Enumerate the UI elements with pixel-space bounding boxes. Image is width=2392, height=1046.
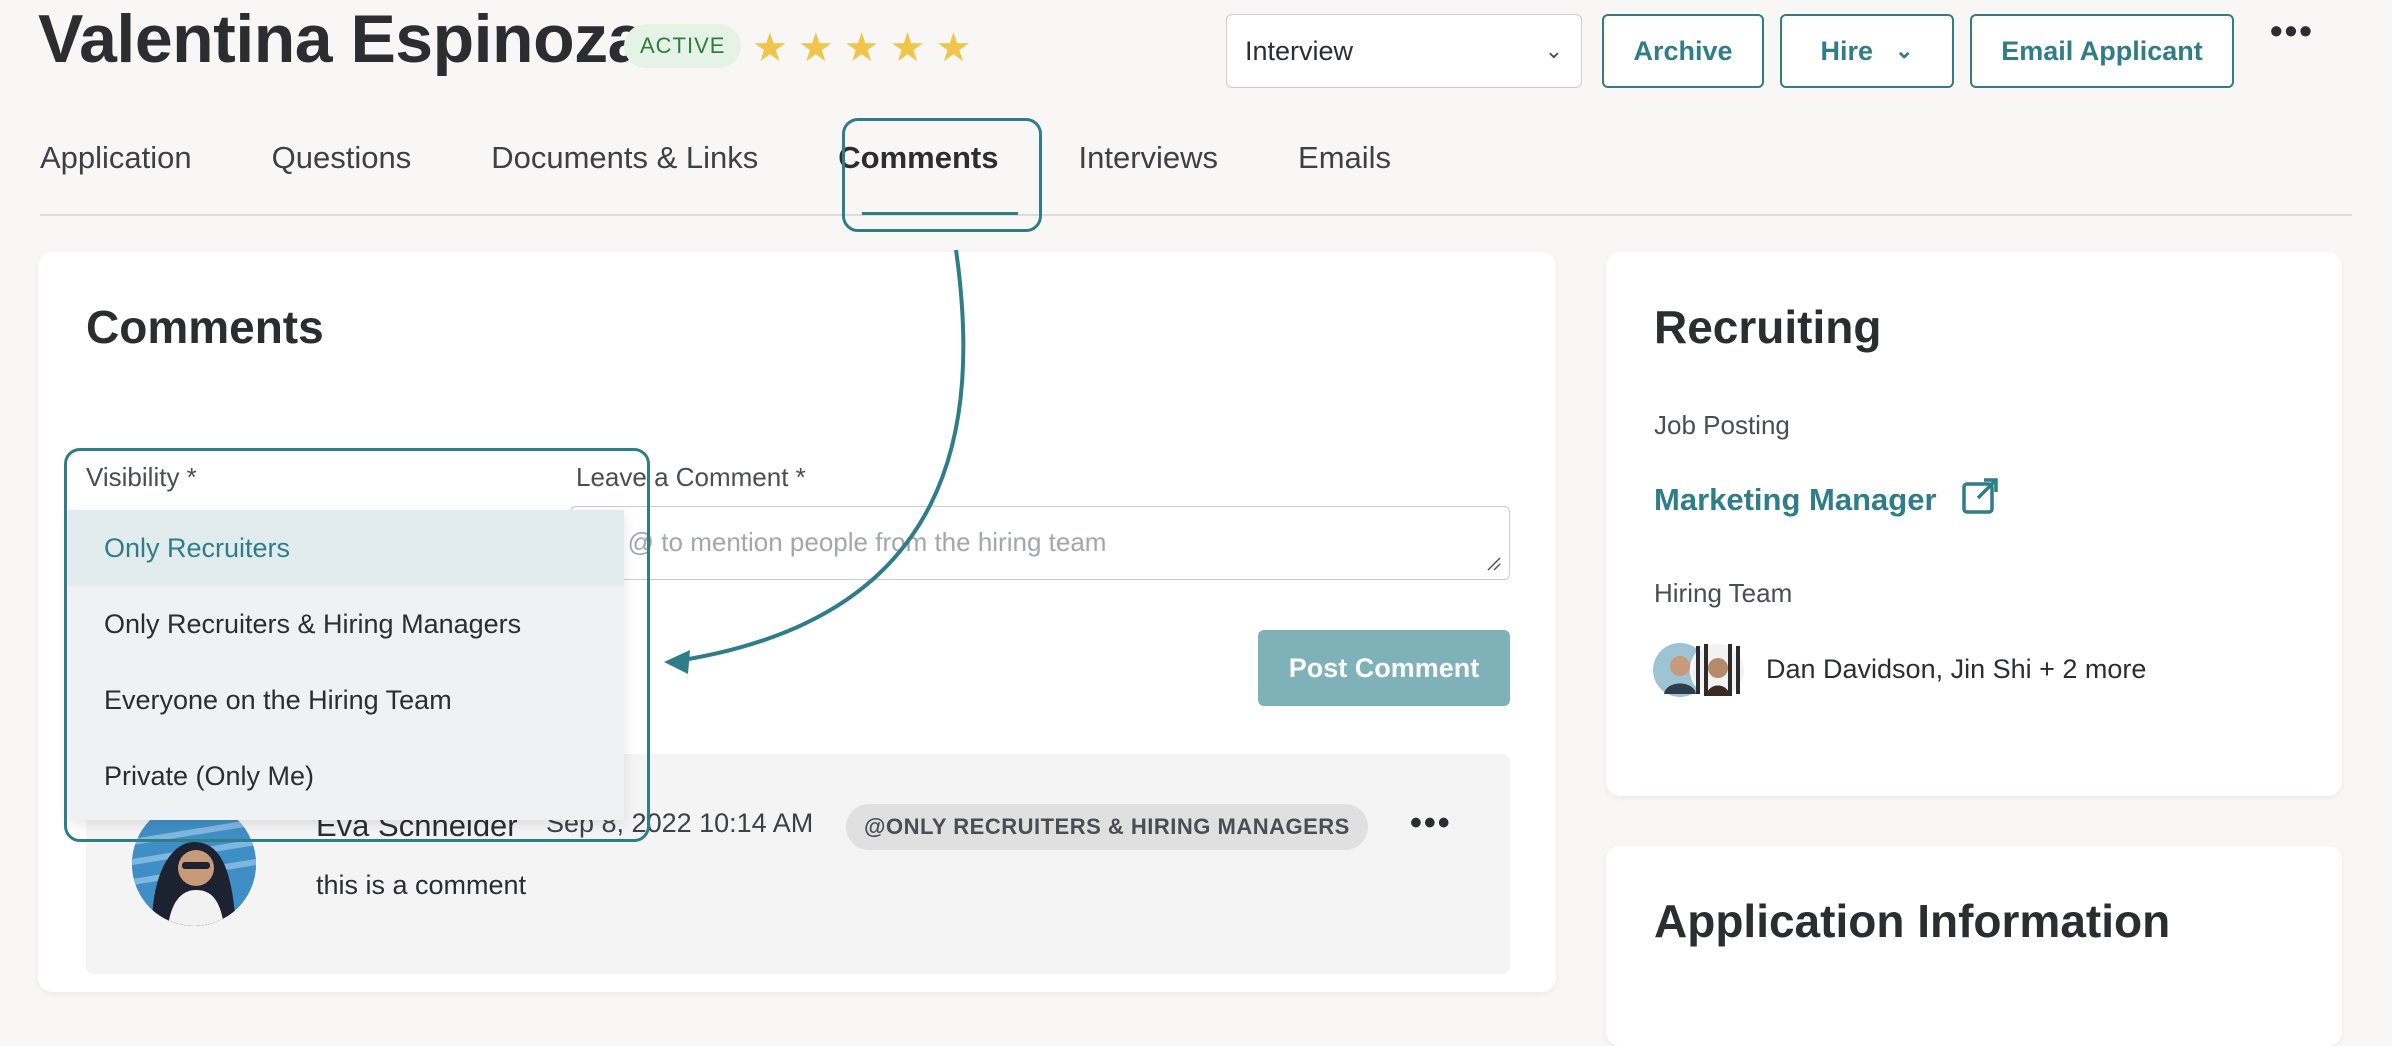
job-posting-label: Job Posting [1654,410,1790,440]
hiring-team-avatars [1653,642,1746,698]
hiring-team-members[interactable]: Dan Davidson, Jin Shi + 2 more [1766,654,2146,685]
external-link-icon[interactable] [1960,476,2000,516]
hiring-team-label: Hiring Team [1654,578,1793,608]
recruiting-title: Recruiting [1654,301,1882,353]
job-posting-link[interactable]: Marketing Manager [1654,482,1937,518]
application-info-title: Application Information [1654,895,2171,947]
